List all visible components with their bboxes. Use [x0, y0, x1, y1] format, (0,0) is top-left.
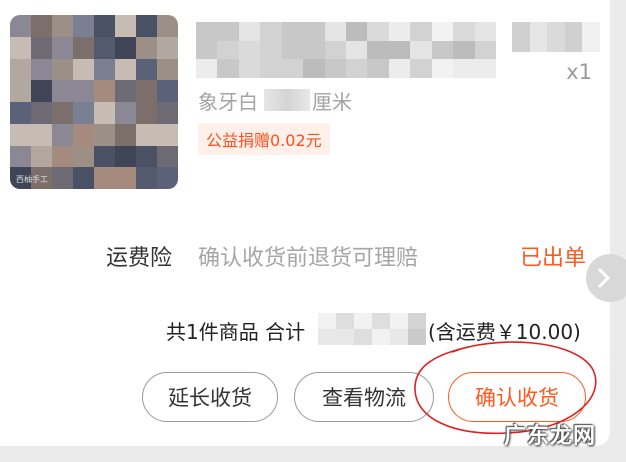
product-image[interactable]: 西柚手工 — [10, 15, 178, 189]
product-title-blurred[interactable] — [196, 22, 496, 78]
order-summary-shipping: (含运费￥10.00) — [428, 320, 581, 344]
product-image-tag: 西柚手工 — [16, 175, 48, 184]
next-page-button[interactable] — [586, 254, 626, 302]
insurance-label: 运费险 — [106, 246, 173, 271]
total-amount-blurred — [318, 313, 426, 345]
extend-receipt-button[interactable]: 延长收货 — [142, 372, 278, 422]
product-price-blurred — [512, 22, 600, 52]
order-summary-prefix: 共1件商品 合计 — [166, 320, 306, 344]
spec-label: 象牙白 — [198, 90, 258, 114]
insurance-status: 已出单 — [519, 246, 586, 271]
order-card: 西柚手工 x1 象牙白 厘米 公益捐赠0.02元 运费险 确认收货前退货可理赔 … — [0, 0, 610, 446]
charity-badge: 公益捐赠0.02元 — [198, 123, 330, 155]
chevron-right-icon — [598, 268, 610, 288]
view-logistics-button[interactable]: 查看物流 — [294, 372, 434, 422]
confirm-receipt-button[interactable]: 确认收货 — [448, 372, 586, 422]
watermark: 广东龙网 — [503, 424, 596, 449]
insurance-description: 确认收货前退货可理赔 — [198, 246, 419, 271]
quantity-label: x1 — [566, 60, 592, 84]
spec-blurred — [264, 89, 310, 111]
spec-unit: 厘米 — [312, 90, 352, 114]
